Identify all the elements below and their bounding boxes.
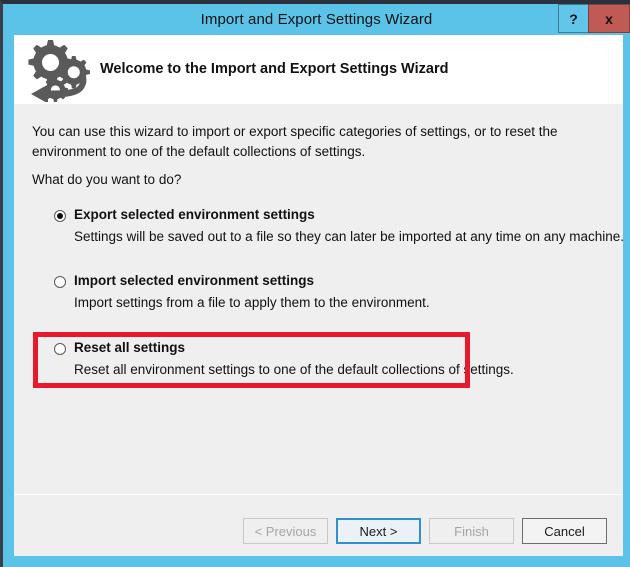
title-bar: Import and Export Settings Wizard ? x (3, 4, 630, 35)
help-button[interactable]: ? (558, 4, 588, 33)
option-description: Reset all environment settings to one of… (74, 362, 514, 377)
wizard-body: You can use this wizard to import or exp… (14, 104, 625, 494)
window-controls: ? x (558, 4, 630, 33)
finish-button[interactable]: Finish (429, 518, 514, 544)
question-text: What do you want to do? (32, 172, 182, 187)
option-description: Import settings from a file to apply the… (74, 295, 430, 310)
previous-button[interactable]: < Previous (243, 518, 328, 544)
cancel-button[interactable]: Cancel (522, 518, 607, 544)
wizard-header: Welcome to the Import and Export Setting… (14, 35, 623, 104)
intro-text: You can use this wizard to import or exp… (32, 124, 558, 159)
radio-export-settings[interactable] (54, 210, 66, 222)
option-description: Settings will be saved out to a file so … (74, 229, 625, 244)
option-label: Export selected environment settings (74, 207, 315, 222)
radio-reset-all-settings[interactable] (54, 343, 66, 355)
radio-import-settings[interactable] (54, 276, 66, 288)
wizard-button-row: < Previous Next > Finish Cancel (243, 518, 607, 544)
wizard-window: Import and Export Settings Wizard ? x We… (0, 0, 630, 567)
option-label: Import selected environment settings (74, 273, 315, 288)
wizard-footer: < Previous Next > Finish Cancel (14, 494, 623, 556)
gears-refresh-icon (18, 36, 96, 104)
window-title: Import and Export Settings Wizard (200, 11, 433, 28)
option-label: Reset all settings (74, 340, 186, 355)
next-button[interactable]: Next > (336, 518, 421, 544)
page-title: Welcome to the Import and Export Setting… (100, 61, 449, 77)
close-button[interactable]: x (588, 4, 630, 33)
